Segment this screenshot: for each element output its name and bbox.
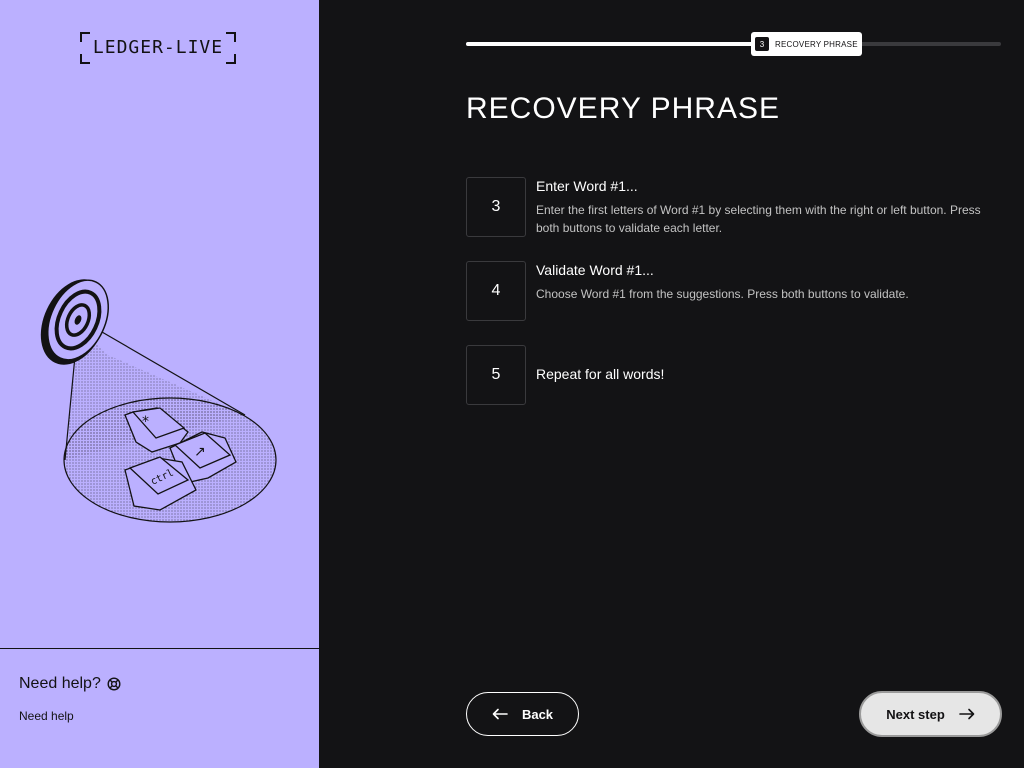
ledger-live-logo: LEDGER-LIVE	[80, 32, 236, 64]
step-title: Enter Word #1...	[536, 178, 638, 194]
step-number-box: 5	[466, 345, 526, 405]
logo-text: LEDGER-LIVE	[92, 37, 224, 58]
left-panel: LEDGER-LIVE * ↗ ctrl Need help? Need hel…	[0, 0, 319, 768]
page-title: RECOVERY PHRASE	[466, 92, 780, 125]
need-help-link[interactable]: Need help	[19, 709, 74, 723]
step-number-box: 3	[466, 177, 526, 237]
arrow-left-icon	[492, 708, 508, 720]
need-help-title: Need help?	[19, 675, 101, 692]
next-step-button-label: Next step	[886, 706, 945, 722]
step-title: Repeat for all words!	[536, 366, 665, 382]
back-button[interactable]: Back	[466, 692, 579, 736]
svg-text:↗: ↗	[194, 444, 206, 460]
sidebar-divider	[0, 648, 319, 649]
step-description: Choose Word #1 from the suggestions. Pre…	[536, 287, 909, 301]
svg-text:*: *	[142, 414, 149, 430]
step-description: Enter the first letters of Word #1 by se…	[536, 203, 981, 235]
step-chip-number: 3	[755, 37, 769, 51]
lifebuoy-icon	[107, 677, 121, 691]
keyboard-eye-illustration: * ↗ ctrl	[40, 279, 277, 523]
step-title: Validate Word #1...	[536, 262, 654, 278]
current-step-chip: 3 RECOVERY PHRASE	[751, 32, 862, 56]
onboarding-progress-bar	[466, 42, 1001, 46]
step-number-box: 4	[466, 261, 526, 321]
need-help-heading: Need help?	[19, 675, 121, 693]
next-step-button[interactable]: Next step	[859, 691, 1002, 737]
step-chip-label: RECOVERY PHRASE	[775, 39, 858, 49]
back-button-label: Back	[521, 706, 554, 722]
progress-fill	[466, 42, 761, 46]
arrow-right-icon	[958, 708, 975, 720]
